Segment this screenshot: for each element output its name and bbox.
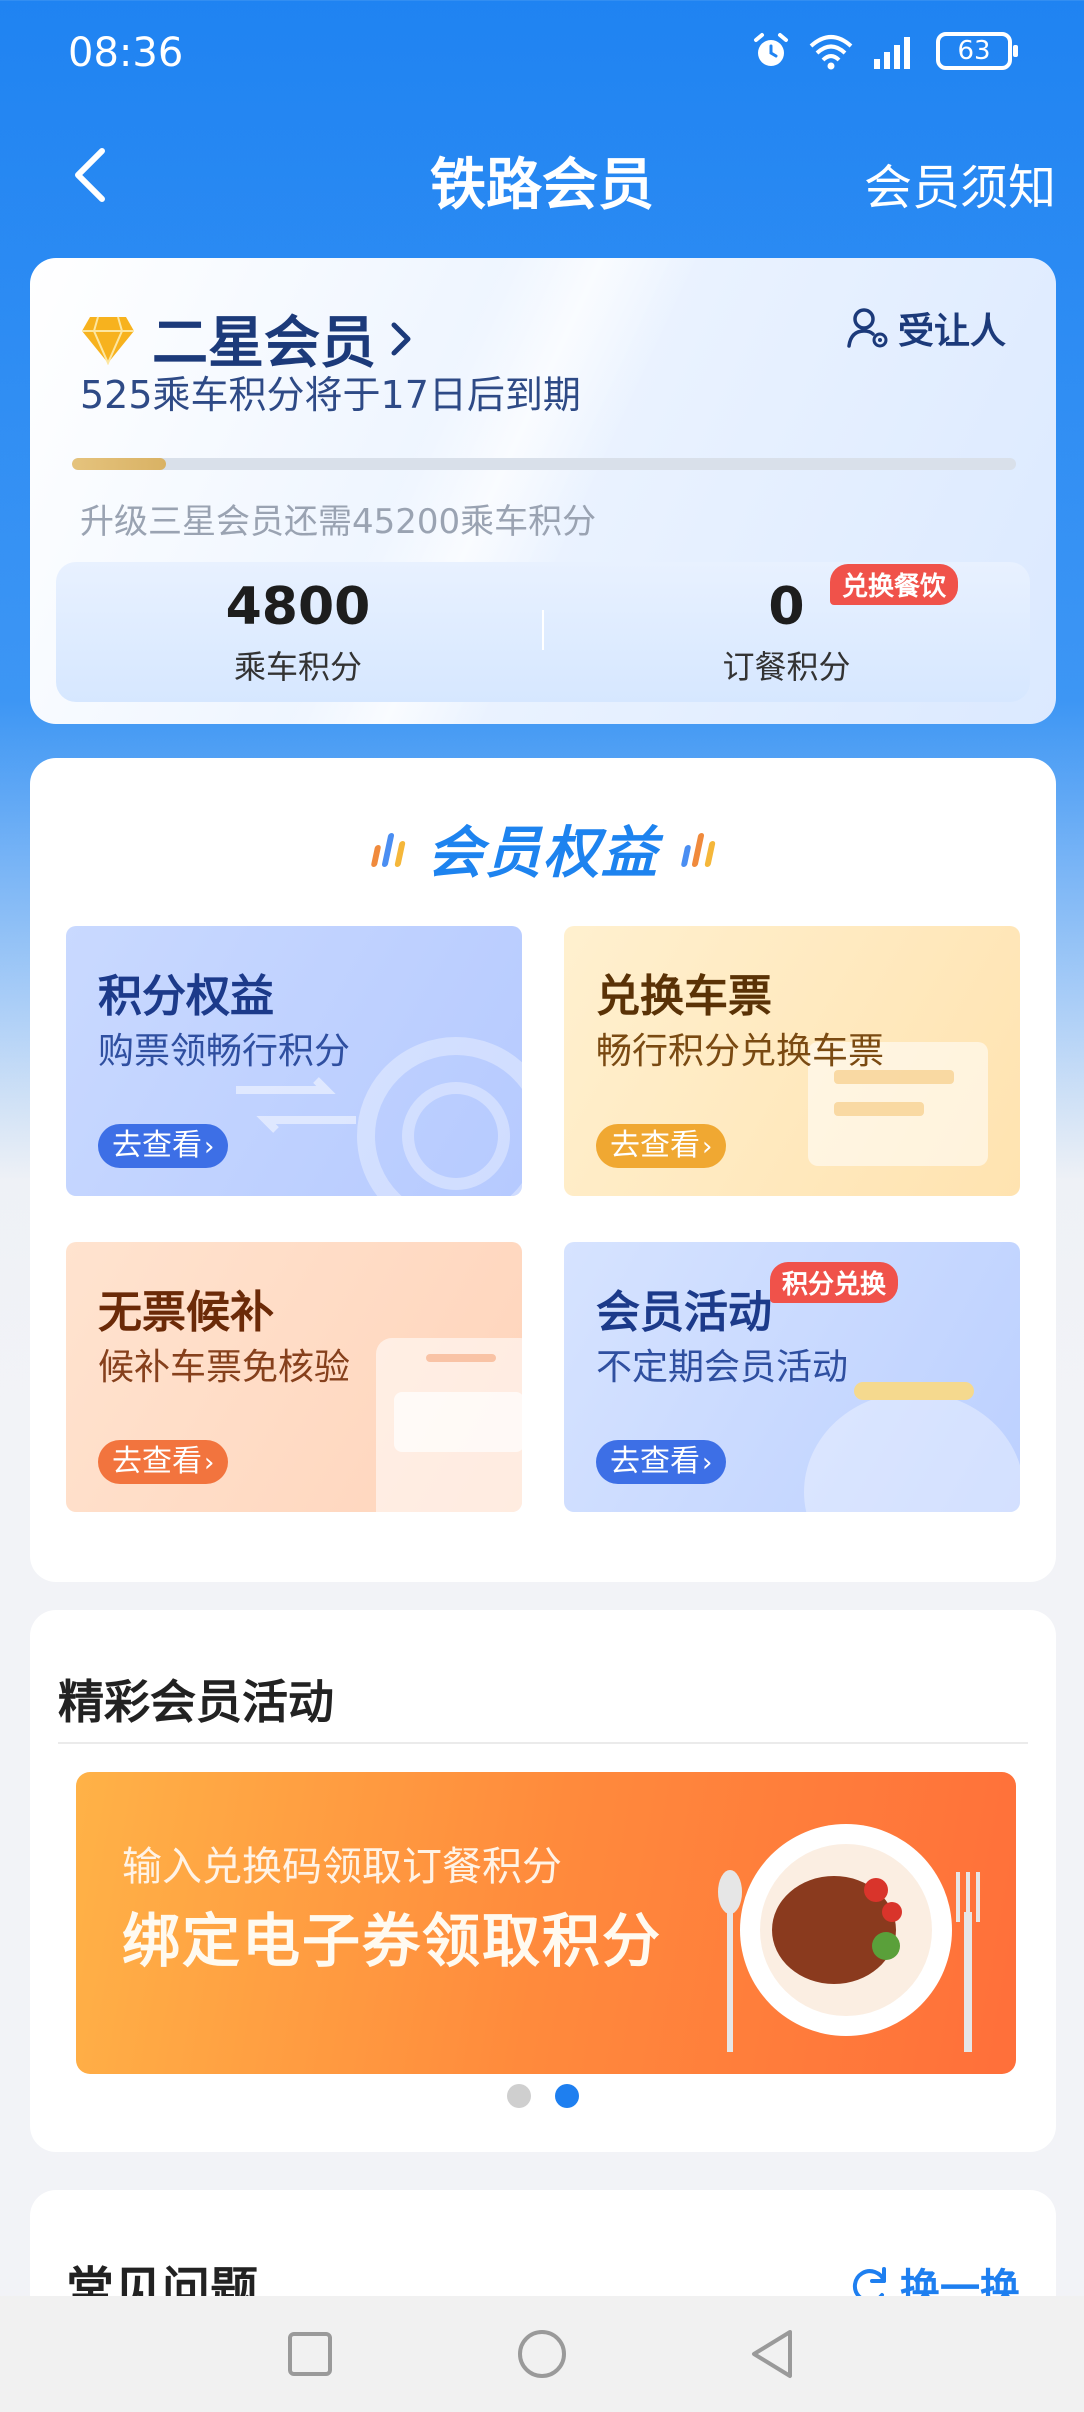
carousel-dot[interactable]: [507, 2084, 531, 2108]
level-progress-bar: [72, 458, 1016, 470]
ride-points-label: 乘车积分: [233, 648, 362, 686]
view-button[interactable]: 去查看›: [596, 1124, 727, 1168]
wifi-icon: [809, 35, 853, 70]
ride-points[interactable]: 4800 乘车积分: [56, 576, 540, 688]
redeem-meal-badge[interactable]: 兑换餐饮: [830, 564, 959, 605]
tile-subtitle: 购票领畅行积分: [98, 1031, 351, 1072]
carousel-indicator: [30, 2084, 1056, 2108]
tile-title: 会员活动: [596, 1287, 772, 1338]
chevron-left-icon: [75, 148, 105, 202]
divider: [58, 1742, 1028, 1744]
points-summary: 4800 乘车积分 0 订餐积分 兑换餐饮: [56, 562, 1030, 702]
system-navigation-bar: [0, 2296, 1084, 2412]
alarm-icon: [754, 33, 788, 66]
member-notice-link[interactable]: 会员须知: [864, 148, 1056, 218]
activities-title: 精彩会员活动: [58, 1675, 334, 1729]
member-card: 二星会员 受让人 525乘车积分将于17日后到期 升级三星会员还需45200乘车…: [30, 258, 1056, 724]
recent-apps-button[interactable]: [274, 2318, 346, 2390]
back-nav-button[interactable]: [736, 2318, 808, 2390]
user-gear-icon: [847, 308, 888, 348]
benefits-title: 会员权益: [427, 821, 659, 886]
carousel-dot[interactable]: [555, 2084, 579, 2108]
level-progress-fill: [72, 458, 167, 470]
tile-subtitle: 候补车票免核验: [98, 1347, 351, 1388]
status-time: 08:36: [68, 30, 184, 76]
waitlist-tile[interactable]: 无票候补 候补车票免核验 去查看›: [66, 1242, 522, 1512]
home-button[interactable]: [506, 2318, 578, 2390]
gift-bag-icon: [804, 1382, 1020, 1512]
tile-subtitle: 畅行积分兑换车票: [596, 1031, 885, 1072]
dish-illustration-icon: [718, 1824, 980, 2052]
member-activity-tile[interactable]: 会员活动 不定期会员活动 去查看› 积分兑换: [564, 1242, 1020, 1512]
square-icon: [288, 2332, 332, 2376]
diamond-icon: [82, 316, 134, 365]
circle-icon: [518, 2330, 566, 2378]
triangle-back-icon: [752, 2330, 792, 2378]
status-icons: 63: [752, 32, 1018, 70]
points-exchange-badge: 积分兑换: [770, 1262, 899, 1303]
chevron-right-icon: ›: [702, 1448, 713, 1478]
arrows-icon: [236, 1077, 356, 1133]
banner-headline: 绑定电子券领取积分: [122, 1907, 663, 1975]
battery-indicator: 63: [936, 32, 1018, 70]
tile-title: 无票候补: [98, 1287, 274, 1338]
phone-ticket-icon: [376, 1338, 522, 1512]
member-benefits-section: 会员权益 积分权益 购票领畅行积分 去查看› 兑换车票 畅行积分兑换车票 去查看…: [30, 758, 1056, 1582]
points-benefit-tile[interactable]: 积分权益 购票领畅行积分 去查看›: [66, 926, 522, 1196]
chevron-right-icon: ›: [702, 1132, 713, 1162]
chevron-right-icon: ›: [204, 1132, 215, 1162]
tile-title: 积分权益: [98, 971, 274, 1022]
upgrade-notice: 升级三星会员还需45200乘车积分: [80, 502, 597, 542]
back-button[interactable]: [60, 142, 120, 208]
transferee-label: 受让人: [897, 311, 1006, 352]
chevron-right-icon: [391, 322, 411, 355]
transferee-button[interactable]: 受让人: [846, 302, 1006, 354]
benefits-header: 会员权益: [30, 808, 1056, 889]
tile-subtitle: 不定期会员活动: [596, 1347, 849, 1388]
tile-title: 兑换车票: [596, 971, 772, 1022]
points-expiry-notice: 525乘车积分将于17日后到期: [80, 373, 581, 417]
status-bar: 08:36 63: [0, 0, 1084, 120]
decor-bars-icon: [680, 831, 716, 867]
member-activities-section: 精彩会员活动 输入兑换码领取订餐积分 绑定电子券领取积分: [30, 1610, 1056, 2152]
decor-bars-icon: [370, 831, 406, 867]
app-header: 铁路会员 会员须知: [0, 120, 1084, 230]
meal-points-label: 订餐积分: [722, 648, 851, 686]
ride-points-value: 4800: [225, 577, 371, 637]
chevron-right-icon: ›: [204, 1448, 215, 1478]
exchange-ticket-tile[interactable]: 兑换车票 畅行积分兑换车票 去查看›: [564, 926, 1020, 1196]
activity-banner[interactable]: 输入兑换码领取订餐积分 绑定电子券领取积分: [76, 1772, 1016, 2074]
view-button[interactable]: 去查看›: [98, 1440, 229, 1484]
view-button[interactable]: 去查看›: [98, 1124, 229, 1168]
view-button[interactable]: 去查看›: [596, 1440, 727, 1484]
signal-icon: [874, 37, 910, 69]
railway-logo-icon: [357, 1037, 522, 1196]
banner-subtitle: 输入兑换码领取订餐积分: [122, 1844, 562, 1890]
